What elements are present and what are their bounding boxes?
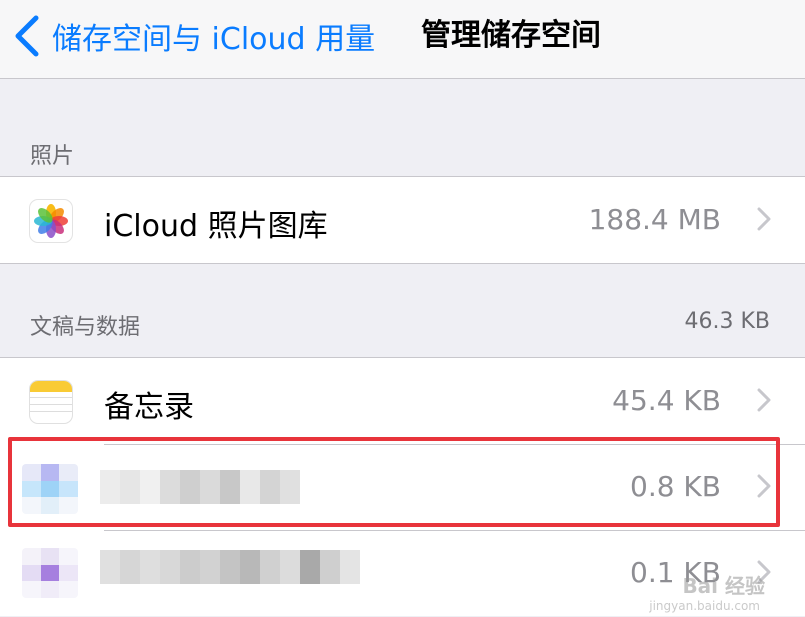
blurred-title <box>100 550 360 584</box>
section-header-documents: 文稿与数据 46.3 KB <box>0 309 805 340</box>
row-value: 188.4 MB <box>588 203 721 236</box>
blurred-title <box>100 470 300 504</box>
list-item-notes[interactable]: 备忘录 45.4 KB <box>0 358 805 444</box>
navigation-bar: 储存空间与 iCloud 用量 管理储存空间 <box>0 0 805 79</box>
row-title: iCloud 照片图库 <box>104 209 328 244</box>
section-header-label: 照片 <box>30 144 75 169</box>
row-value: 0.8 KB <box>630 470 721 503</box>
chevron-right-icon <box>757 388 771 412</box>
back-button[interactable]: 储存空间与 iCloud 用量 <box>12 10 375 62</box>
blurred-app-icon <box>22 548 78 598</box>
notes-icon <box>29 380 73 424</box>
chevron-right-icon <box>757 474 771 498</box>
watermark-text: Bai 经验 <box>682 574 765 598</box>
back-label: 储存空间与 iCloud 用量 <box>52 22 376 57</box>
chevron-right-icon <box>757 207 771 231</box>
section-header-photos: 照片 <box>0 138 805 169</box>
chevron-left-icon <box>15 15 39 57</box>
section-header-label: 文稿与数据 <box>30 315 141 340</box>
row-value: 45.4 KB <box>612 384 721 417</box>
list-item-blurred-app[interactable]: 0.8 KB <box>0 444 805 530</box>
watermark: Bai 经验 <box>682 570 765 599</box>
row-title: 备忘录 <box>104 390 194 425</box>
photos-icon <box>29 199 73 243</box>
page-title: 管理储存空间 <box>421 18 601 53</box>
photos-group: iCloud 照片图库 188.4 MB <box>0 176 805 264</box>
section-header-total: 46.3 KB <box>684 309 771 334</box>
list-item-icloud-photo-library[interactable]: iCloud 照片图库 188.4 MB <box>0 177 805 263</box>
watermark-sub: jingyan.baidu.com <box>649 599 760 613</box>
blurred-app-icon <box>22 464 78 514</box>
